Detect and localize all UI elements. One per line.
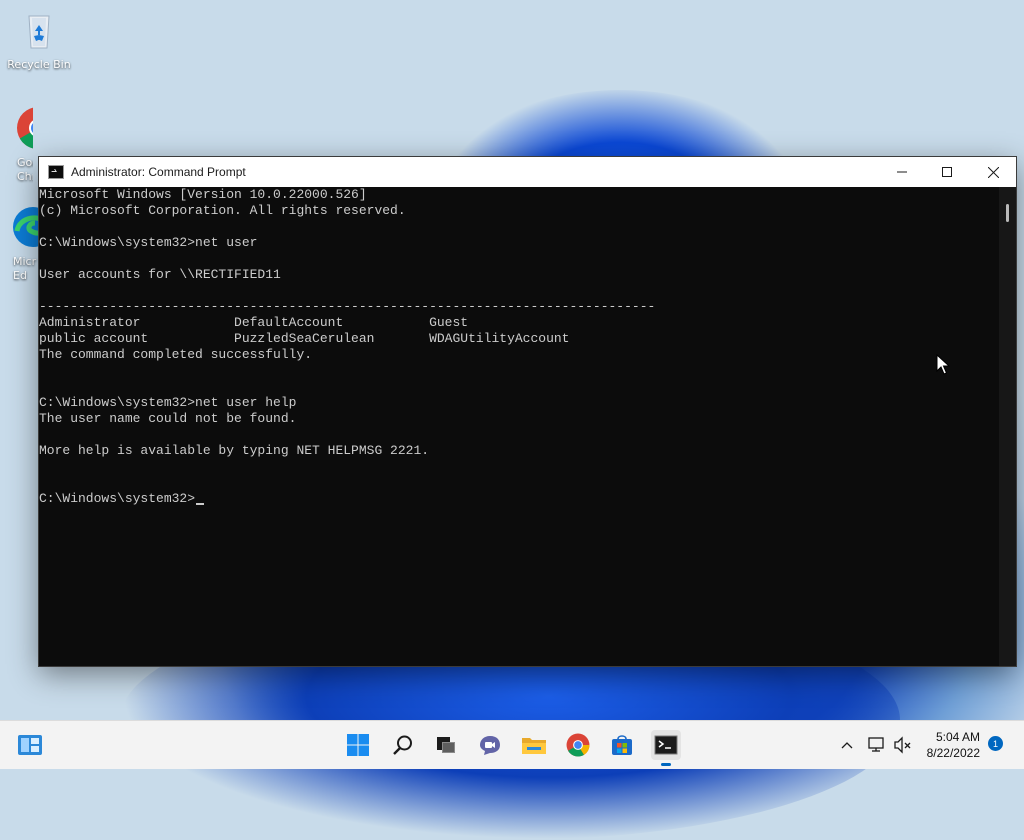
minimize-icon <box>897 171 907 173</box>
console-output[interactable]: Microsoft Windows [Version 10.0.22000.52… <box>39 187 999 666</box>
mouse-pointer-icon <box>936 354 950 375</box>
chrome-taskbar-button[interactable] <box>563 730 593 760</box>
chrome-icon <box>17 107 33 149</box>
store-icon <box>612 735 632 755</box>
file-explorer-button[interactable] <box>519 730 549 760</box>
taskbar-clock[interactable]: 5:04 AM 8/22/2022 <box>927 729 980 761</box>
console-line: C:\Windows\system32>net user help <box>39 395 297 410</box>
widgets-icon <box>18 735 42 755</box>
scrollbar-thumb[interactable] <box>1006 204 1009 222</box>
close-icon <box>987 166 999 178</box>
desktop-icon-microsoft-edge[interactable]: Micr Ed <box>3 205 39 283</box>
console-line: The user name could not be found. <box>39 411 297 426</box>
chrome-icon <box>566 733 590 757</box>
maximize-button[interactable] <box>924 157 970 187</box>
console-line: ----------------------------------------… <box>39 299 656 314</box>
network-icon <box>868 737 884 752</box>
notification-badge[interactable]: 1 <box>988 736 1003 751</box>
console-line: More help is available by typing NET HEL… <box>39 443 430 458</box>
console-line: public account PuzzledSeaCerulean WDAGUt… <box>39 331 570 346</box>
console-line: The command completed successfully. <box>39 347 313 362</box>
recycle-bin-icon <box>28 15 50 49</box>
show-hidden-icons-button[interactable] <box>835 730 859 760</box>
teams-chat-icon <box>480 736 500 755</box>
desktop-icon-google-chrome[interactable]: Goo Chro <box>3 106 33 184</box>
volume-muted-icon <box>894 736 911 754</box>
command-prompt-icon <box>48 165 64 179</box>
console-line: Microsoft Windows [Version 10.0.22000.52… <box>39 187 367 202</box>
edge-icon <box>13 207 39 247</box>
window-title: Administrator: Command Prompt <box>71 165 246 179</box>
desktop-icon-label: Micr Ed <box>13 255 37 282</box>
start-button[interactable] <box>343 730 373 760</box>
clock-date: 8/22/2022 <box>926 746 980 760</box>
command-prompt-taskbar-button[interactable] <box>651 730 681 766</box>
command-prompt-icon <box>654 735 678 755</box>
task-view-icon <box>437 737 455 753</box>
network-status-button[interactable] <box>864 730 890 760</box>
console-line: C:\Windows\system32>net user <box>39 235 258 250</box>
console-line: (c) Microsoft Corporation. All rights re… <box>39 203 406 218</box>
console-line: User accounts for \\RECTIFIED11 <box>39 267 281 282</box>
window-titlebar[interactable]: Administrator: Command Prompt <box>39 157 1016 187</box>
minimize-button[interactable] <box>879 157 925 187</box>
chat-button[interactable] <box>475 730 505 760</box>
search-button[interactable] <box>388 730 418 760</box>
desktop-icon-label: Recycle Bin <box>7 58 71 71</box>
volume-button[interactable] <box>891 730 915 760</box>
windows-logo-icon <box>347 734 369 756</box>
text-cursor <box>196 503 205 505</box>
maximize-icon <box>942 167 952 177</box>
search-icon <box>393 735 412 755</box>
chevron-up-icon <box>841 742 853 749</box>
clock-time: 5:04 AM <box>935 730 980 744</box>
close-button[interactable] <box>970 157 1016 187</box>
vertical-scrollbar[interactable] <box>999 187 1016 666</box>
active-app-indicator <box>661 763 671 766</box>
console-line: C:\Windows\system32> <box>39 491 999 507</box>
task-view-button[interactable] <box>431 730 461 760</box>
folder-icon <box>522 738 546 754</box>
command-prompt-window[interactable]: Administrator: Command Prompt Microsoft … <box>39 157 1016 666</box>
desktop-icon-label: Goo Chro <box>17 156 33 183</box>
desktop-icon-recycle-bin[interactable]: Recycle Bin <box>3 8 75 72</box>
widgets-button[interactable] <box>15 730 45 760</box>
taskbar: 5:04 AM 8/22/2022 <box>0 720 1024 769</box>
console-line: Administrator DefaultAccount Guest <box>39 315 469 330</box>
store-button[interactable] <box>607 730 637 760</box>
